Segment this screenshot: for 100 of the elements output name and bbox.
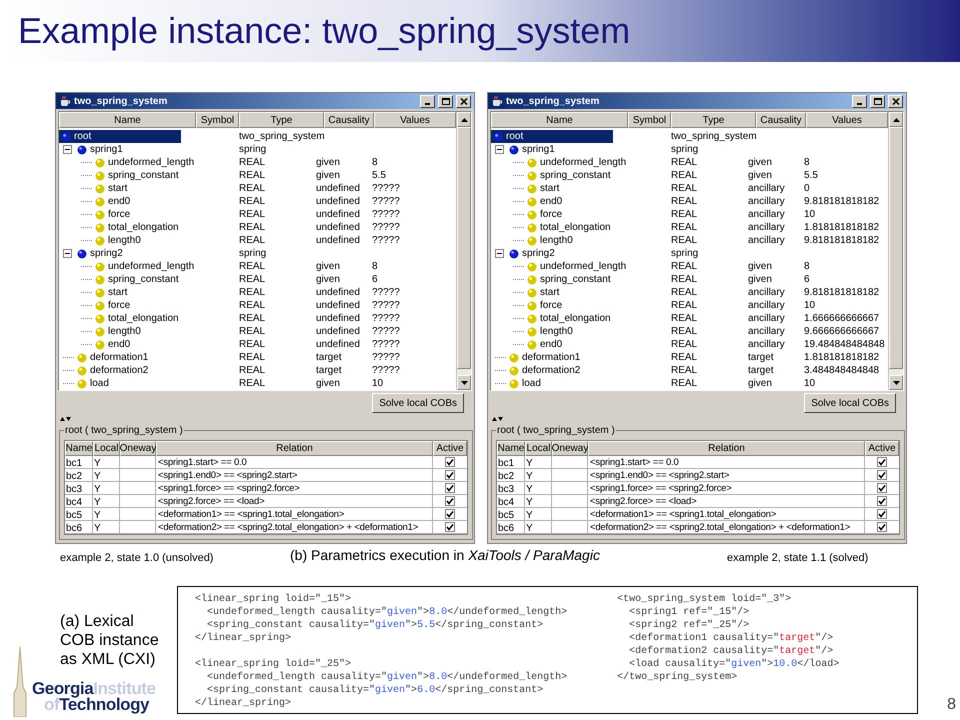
tree-node[interactable]: undeformed_length (491, 260, 630, 273)
collapse-icon[interactable] (63, 145, 72, 154)
minimize-button[interactable] (852, 94, 867, 108)
column-header[interactable]: Name (65, 441, 93, 456)
collapse-icon[interactable] (63, 249, 72, 258)
column-header[interactable]: Causality (324, 112, 374, 128)
column-header[interactable]: Values (806, 112, 888, 128)
tree-node[interactable]: end0 (59, 195, 134, 208)
tree-node[interactable]: start (491, 286, 564, 299)
column-header[interactable]: Local (93, 441, 120, 456)
column-header[interactable]: Active (865, 441, 899, 456)
column-header[interactable]: Oneway (552, 441, 588, 456)
tree-node[interactable]: length0 (59, 325, 145, 338)
tree-node[interactable]: start (59, 286, 132, 299)
checkbox[interactable] (445, 457, 455, 467)
column-header[interactable]: Symbol (196, 112, 239, 128)
tree-node[interactable]: force (59, 299, 134, 312)
column-header[interactable]: Local (525, 441, 552, 456)
tree-node[interactable]: spring2 (59, 247, 127, 260)
column-header[interactable]: Relation (588, 441, 865, 456)
ball-icon (61, 132, 71, 142)
solve-button[interactable]: Solve local COBs (372, 393, 464, 414)
close-button[interactable] (456, 94, 471, 108)
column-header[interactable]: Name (491, 112, 628, 128)
tree-node[interactable]: end0 (491, 338, 566, 351)
tree-node[interactable]: spring_constant (59, 273, 183, 286)
tree-node[interactable]: force (491, 299, 566, 312)
table-cell: <spring1.start> == 0.0 (156, 456, 433, 468)
tree-node[interactable]: spring_constant (491, 273, 615, 286)
minimize-button[interactable] (420, 94, 435, 108)
tree-node[interactable]: length0 (491, 234, 577, 247)
scrollbar[interactable] (456, 112, 471, 390)
up-arrow-icon[interactable] (892, 118, 900, 122)
tree-node[interactable]: deformation1 (59, 351, 152, 364)
column-header[interactable]: Oneway (120, 441, 156, 456)
collapse-icon[interactable] (495, 249, 504, 258)
tree-node[interactable]: force (491, 208, 566, 221)
checkbox[interactable] (877, 509, 887, 519)
column-header[interactable]: Active (433, 441, 467, 456)
solve-button[interactable]: Solve local COBs (804, 393, 896, 414)
down-arrow-icon[interactable] (460, 380, 468, 384)
checkbox[interactable] (877, 457, 887, 467)
up-arrow-icon[interactable] (460, 118, 468, 122)
checkbox[interactable] (445, 496, 455, 506)
tree-node[interactable]: root (491, 130, 613, 143)
checkbox[interactable] (877, 470, 887, 480)
column-header[interactable]: Name (497, 441, 525, 456)
tree-node[interactable]: spring2 (491, 247, 559, 260)
tree-node[interactable]: load (491, 377, 545, 390)
column-header[interactable]: Relation (156, 441, 433, 456)
tree-node[interactable]: total_elongation (491, 312, 615, 325)
table-cell: <deformation2> == <spring2.total_elongation> + <deformation1> (156, 521, 433, 533)
checkbox[interactable] (445, 470, 455, 480)
tree-node[interactable]: deformation2 (59, 364, 152, 377)
down-arrow-icon[interactable] (892, 380, 900, 384)
tree-node[interactable]: root (59, 130, 181, 143)
tree-node[interactable]: deformation2 (491, 364, 584, 377)
checkbox[interactable] (445, 509, 455, 519)
checkbox[interactable] (445, 522, 455, 532)
tree-node[interactable]: end0 (491, 195, 566, 208)
checkbox[interactable] (445, 483, 455, 493)
tree-node[interactable]: undeformed_length (59, 260, 198, 273)
tree-node[interactable]: deformation1 (491, 351, 584, 364)
tree-node[interactable]: end0 (59, 338, 134, 351)
scroll-thumb[interactable] (889, 127, 903, 369)
scroll-thumb[interactable] (457, 127, 471, 369)
tree-node[interactable]: start (59, 182, 132, 195)
checkbox[interactable] (877, 522, 887, 532)
tree-node[interactable]: length0 (491, 325, 577, 338)
close-button[interactable] (888, 94, 903, 108)
value-cell-text: 10 (372, 377, 384, 391)
splitter-arrows-icon[interactable] (492, 416, 503, 422)
tree-node[interactable]: load (59, 377, 113, 390)
column-header[interactable]: Causality (756, 112, 806, 128)
tree-node[interactable]: start (491, 182, 564, 195)
tree-node[interactable]: length0 (59, 234, 145, 247)
tree-node[interactable]: total_elongation (59, 221, 183, 234)
column-header[interactable]: Name (59, 112, 196, 128)
tree-node[interactable]: spring1 (491, 143, 559, 156)
tree-node[interactable]: spring_constant (59, 169, 183, 182)
maximize-button[interactable] (870, 94, 885, 108)
type-cell-text: two_spring_system (239, 130, 325, 144)
column-header[interactable]: Type (239, 112, 324, 128)
type-cell-text: REAL (671, 182, 698, 196)
column-header[interactable]: Type (671, 112, 756, 128)
scrollbar[interactable] (888, 112, 903, 390)
column-header[interactable]: Symbol (628, 112, 671, 128)
tree-node[interactable]: spring_constant (491, 169, 615, 182)
checkbox[interactable] (877, 483, 887, 493)
tree-node[interactable]: spring1 (59, 143, 127, 156)
tree-node[interactable]: undeformed_length (59, 156, 198, 169)
splitter-arrows-icon[interactable] (60, 416, 71, 422)
tree-node[interactable]: total_elongation (59, 312, 183, 325)
tree-node[interactable]: undeformed_length (491, 156, 630, 169)
maximize-button[interactable] (438, 94, 453, 108)
tree-node[interactable]: total_elongation (491, 221, 615, 234)
tree-node[interactable]: force (59, 208, 134, 221)
collapse-icon[interactable] (495, 145, 504, 154)
checkbox[interactable] (877, 496, 887, 506)
column-header[interactable]: Values (374, 112, 456, 128)
